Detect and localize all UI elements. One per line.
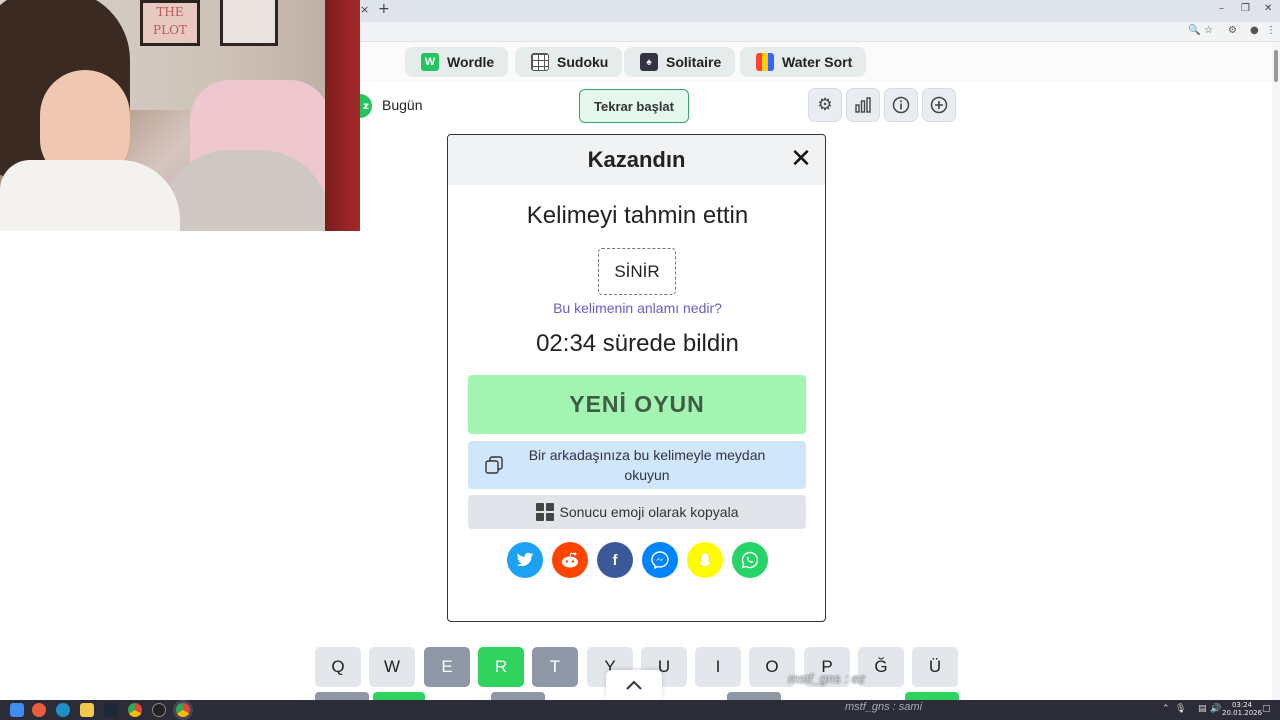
new-tab-button[interactable]: +	[378, 1, 390, 17]
twitter-share-icon[interactable]	[507, 542, 543, 578]
today-label[interactable]: Bugün	[382, 97, 422, 113]
steam-icon[interactable]	[104, 703, 118, 717]
day-badge: z	[360, 94, 372, 118]
key-partial[interactable]	[315, 692, 369, 700]
nav-label: Solitaire	[666, 54, 722, 70]
bookmark-star-icon[interactable]: ☆	[1204, 25, 1213, 36]
mic-icon[interactable]: 🎙	[1175, 704, 1186, 714]
copy-emoji-button[interactable]: Sonucu emoji olarak kopyala	[468, 495, 806, 529]
nav-label: Water Sort	[782, 54, 853, 70]
volume-icon[interactable]: 🔊	[1210, 704, 1221, 714]
keyboard-collapse-chevron-up-icon[interactable]	[606, 670, 662, 700]
chrome-icon[interactable]	[128, 703, 142, 717]
key-partial[interactable]	[905, 692, 959, 700]
wordle-icon: W	[421, 53, 439, 71]
key-partial[interactable]	[491, 692, 545, 700]
key-r[interactable]: R	[478, 647, 524, 687]
key-partial[interactable]	[373, 692, 425, 700]
minimize-icon[interactable]: –	[1219, 3, 1224, 14]
key-ü[interactable]: Ü	[912, 647, 958, 687]
new-game-button[interactable]: YENİ OYUN	[468, 375, 806, 434]
wall-frame	[220, 0, 278, 46]
stream-chat-overlay-2: mstf_gns : sami	[845, 701, 923, 713]
zoom-icon[interactable]: 🔍	[1188, 25, 1200, 36]
stats-icon[interactable]	[846, 88, 880, 122]
nav-water-sort[interactable]: Water Sort	[740, 47, 867, 77]
taskbar-clock[interactable]: 03:24 20.01.2026	[1222, 701, 1262, 717]
tray-chevron-icon[interactable]: ⌃	[1162, 704, 1170, 714]
add-icon[interactable]	[922, 88, 956, 122]
info-icon[interactable]	[884, 88, 918, 122]
settings-gear-icon[interactable]: ⚙	[808, 88, 842, 122]
nav-sudoku[interactable]: Sudoku	[515, 47, 623, 77]
start-icon[interactable]	[10, 703, 24, 717]
edge-icon[interactable]	[56, 703, 70, 717]
webcam-overlay: THE PLOT	[0, 0, 360, 231]
grid-icon	[535, 503, 554, 521]
profile-icon[interactable]: ●	[1250, 25, 1259, 36]
clock-date: 20.01.2026	[1222, 709, 1263, 717]
close-window-icon[interactable]: ✕	[1264, 3, 1272, 14]
scrollbar-thumb[interactable]	[1274, 50, 1278, 82]
obs-icon[interactable]	[152, 703, 166, 717]
restart-button[interactable]: Tekrar başlat	[579, 89, 689, 123]
modal-title: Kazandın	[587, 147, 686, 172]
nav-label: Wordle	[447, 54, 495, 70]
facebook-share-icon[interactable]: f	[597, 542, 633, 578]
chrome-active-icon[interactable]	[176, 703, 190, 717]
snapchat-share-icon[interactable]	[687, 542, 723, 578]
maximize-icon[interactable]: ❐	[1241, 3, 1250, 14]
app-icon[interactable]	[32, 703, 46, 717]
menu-dots-icon[interactable]: ⋮	[1266, 25, 1276, 36]
water-tubes-icon	[756, 53, 774, 71]
messenger-share-icon[interactable]	[642, 542, 678, 578]
nav-wordle[interactable]: W Wordle	[405, 47, 509, 77]
modal-header: Kazandın ✕	[448, 135, 825, 185]
key-e[interactable]: E	[424, 647, 470, 687]
copy-icon	[485, 456, 503, 474]
key-t[interactable]: T	[532, 647, 578, 687]
close-icon[interactable]: ✕	[789, 146, 813, 172]
key-q[interactable]: Q	[315, 647, 361, 687]
file-explorer-icon[interactable]	[80, 703, 94, 717]
page-scrollbar[interactable]	[1272, 42, 1280, 700]
cards-icon: ♠	[640, 53, 658, 71]
tab-close-icon[interactable]: ×	[360, 3, 369, 16]
copy-emoji-label: Sonucu emoji olarak kopyala	[559, 504, 739, 520]
wall-poster: THE PLOT	[140, 0, 200, 46]
whatsapp-share-icon[interactable]	[732, 542, 768, 578]
nav-solitaire[interactable]: ♠ Solitaire	[624, 47, 736, 77]
challenge-label: Bir arkadaşınıza bu kelimeyle meydan oku…	[528, 447, 766, 483]
stream-chat-overlay: mstf_gns : ez	[788, 671, 866, 686]
network-icon[interactable]: ▤	[1198, 704, 1207, 714]
curtain	[325, 0, 360, 231]
reddit-share-icon[interactable]	[552, 542, 588, 578]
key-partial[interactable]	[727, 692, 781, 700]
nav-label: Sudoku	[557, 54, 609, 70]
solution-word: SİNİR	[598, 248, 676, 295]
key-w[interactable]: W	[369, 647, 415, 687]
sudoku-grid-icon	[531, 53, 549, 71]
streamer-shirt	[0, 160, 180, 231]
notification-icon[interactable]: ▢	[1262, 704, 1271, 714]
solve-time: 02:34 sürede bildin	[536, 330, 739, 357]
extension-icon[interactable]: ⚙	[1228, 25, 1237, 36]
word-meaning-link[interactable]: Bu kelimenin anlamı nedir?	[448, 300, 825, 316]
challenge-friend-button[interactable]: Bir arkadaşınıza bu kelimeyle meydan oku…	[468, 441, 806, 489]
win-modal: Kazandın ✕ Kelimeyi tahmin ettin SİNİR B…	[447, 134, 826, 622]
clock-time: 03:24	[1231, 701, 1253, 709]
key-i[interactable]: I	[695, 647, 741, 687]
guessed-message: Kelimeyi tahmin ettin	[526, 202, 749, 229]
windows-taskbar: ⌃ 🎙 ▤ 🔊 03:24 20.01.2026 ▢	[0, 700, 1280, 720]
